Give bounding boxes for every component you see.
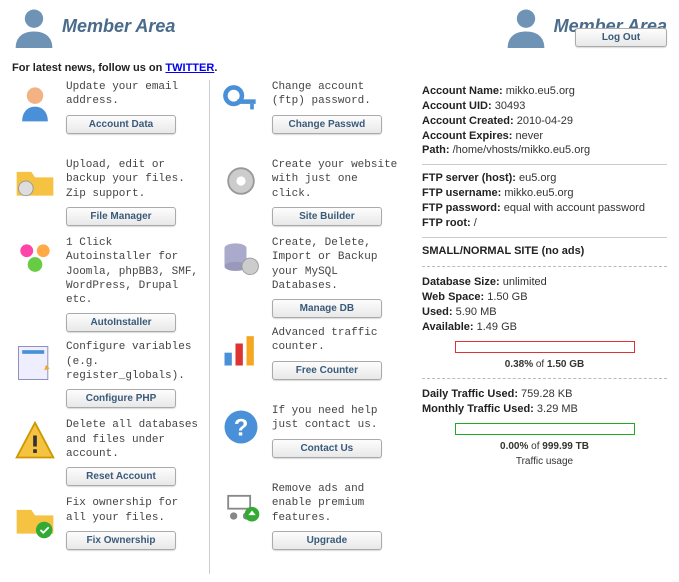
available-row: Available: 1.49 GB [422,320,667,335]
gear-icon [218,158,264,204]
database-gear-icon [218,236,264,282]
help-icon: ? [218,404,264,450]
item-desc: Delete all databases and files under acc… [66,418,201,461]
account-name-row: Account Name: mikko.eu5.org [422,84,667,99]
ftp-user-row: FTP username: mikko.eu5.org [422,186,667,201]
twitter-link[interactable]: TWITTER [165,62,214,74]
file-manager-button[interactable]: File Manager [66,207,176,226]
item-desc: Advanced traffic counter. [272,326,398,355]
bar-chart-icon [218,326,264,372]
configure-php-button[interactable]: Configure PHP [66,389,176,408]
item-desc: 1 Click Autoinstaller for Joomla, phpBB3… [66,236,201,307]
traffic-bar-text: 0.00% of 999.99 TB [422,441,667,452]
account-created-row: Account Created: 2010-04-29 [422,114,667,129]
monthly-traffic-row: Monthly Traffic Used: 3.29 MB [422,402,667,417]
item-desc: Fix ownership for all your files. [66,496,201,525]
column-2: Change account (ftp) password. Change Pas… [209,80,398,574]
ftp-pw-row: FTP password: equal with account passwor… [422,201,667,216]
cart-upgrade-icon [218,482,264,528]
account-data-button[interactable]: Account Data [66,115,176,134]
site-builder-button[interactable]: Site Builder [272,207,382,226]
folder-gear-icon [12,158,58,204]
account-expires-row: Account Expires: never [422,129,667,144]
item-desc: Change account (ftp) password. [272,80,398,109]
item-desc: Remove ads and enable premium features. [272,482,398,525]
site-heading: SMALL/NORMAL SITE (no ads) [422,244,667,259]
item-desc: Configure variables (e.g. register_globa… [66,340,201,383]
item-desc: Create your website with just one click. [272,158,398,201]
key-icon [218,80,264,126]
user-avatar-icon [12,80,58,126]
warning-icon [12,418,58,464]
used-row: Used: 5.90 MB [422,305,667,320]
traffic-bar [455,423,635,435]
dbsize-row: Database Size: unlimited [422,275,667,290]
folder-check-icon [12,496,58,542]
change-passwd-button[interactable]: Change Passwd [272,115,382,134]
item-desc: Update your email address. [66,80,201,109]
reset-account-button[interactable]: Reset Account [66,467,176,486]
autoinstaller-button[interactable]: AutoInstaller [66,313,176,332]
item-desc: Create, Delete, Import or Backup your My… [272,236,398,293]
item-desc: If you need help just contact us. [272,404,398,433]
ftp-server-row: FTP server (host): eu5.org [422,171,667,186]
account-path-row: Path: /home/vhosts/mikko.eu5.org [422,143,667,158]
upgrade-button[interactable]: Upgrade [272,531,382,550]
svg-text:?: ? [234,414,249,441]
fix-ownership-button[interactable]: Fix Ownership [66,531,176,550]
column-1: Update your email address. Account Data U… [12,80,201,574]
user-icon [12,4,56,48]
manage-db-button[interactable]: Manage DB [272,299,382,318]
people-group-icon [12,236,58,282]
daily-traffic-row: Daily Traffic Used: 759.28 KB [422,387,667,402]
member-area-title-left: Member Area [12,4,175,48]
logout-button[interactable]: Log Out [575,28,667,47]
account-uid-row: Account UID: 30493 [422,99,667,114]
contact-us-button[interactable]: Contact Us [272,439,382,458]
ftp-root-row: FTP root: / [422,216,667,231]
user-icon [504,4,548,48]
traffic-caption: Traffic usage [422,456,667,467]
follow-us-text: For latest news, follow us on TWITTER. [12,62,398,74]
free-counter-button[interactable]: Free Counter [272,361,382,380]
webspace-bar [455,341,635,353]
edit-document-icon [12,340,58,386]
webspace-row: Web Space: 1.50 GB [422,290,667,305]
item-desc: Upload, edit or backup your files. Zip s… [66,158,201,201]
webspace-bar-text: 0.38% of 1.50 GB [422,359,667,370]
